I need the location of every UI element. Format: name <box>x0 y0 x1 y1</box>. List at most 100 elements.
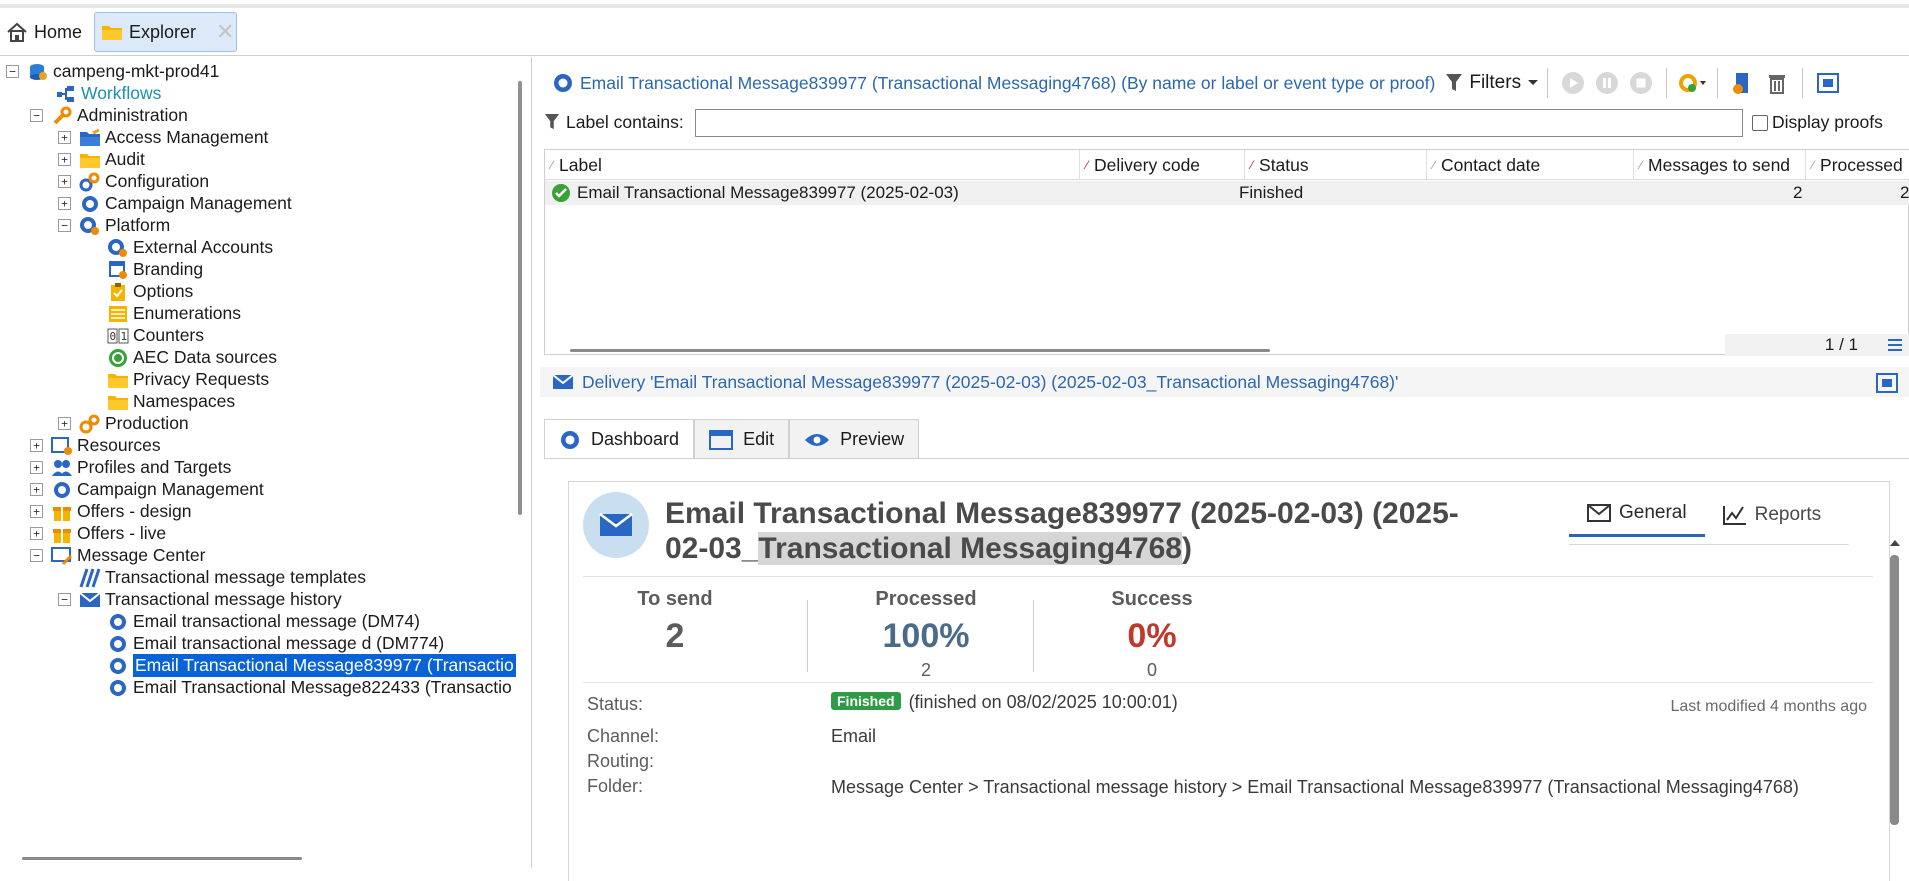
trash-icon[interactable] <box>1760 68 1794 98</box>
expand-icon[interactable]: + <box>30 461 43 474</box>
folder-icon <box>101 23 123 41</box>
access-folder-icon <box>79 127 101 149</box>
status-badge: Finished <box>831 692 901 710</box>
message-center-icon <box>51 545 73 567</box>
list-icon <box>107 303 129 325</box>
tree-label: Resources <box>77 435 161 455</box>
tree-label: Campaign Management <box>105 193 292 213</box>
envelope-avatar <box>583 492 649 558</box>
grid-horizontal-scrollbar[interactable] <box>570 349 1270 352</box>
channel-label: Channel: <box>587 726 660 746</box>
collapse-icon[interactable]: − <box>6 65 19 78</box>
tree-label: Transactional message templates <box>105 567 367 587</box>
tab-reports[interactable]: Reports <box>1705 496 1840 537</box>
chevron-down-icon <box>1527 79 1539 87</box>
start-icon[interactable] <box>1556 68 1590 98</box>
maximize-icon[interactable] <box>1875 372 1899 394</box>
edit-icon <box>709 429 734 450</box>
column-header-contact-date[interactable]: ⁄ Contact date <box>1426 150 1633 180</box>
menu-icon[interactable] <box>1888 339 1902 351</box>
collapse-icon[interactable]: − <box>30 549 43 562</box>
chart-line-icon <box>1722 505 1747 525</box>
tree-label: Transactional message history <box>105 589 342 609</box>
data-source-icon <box>107 347 129 369</box>
tab-general[interactable]: General <box>1569 496 1705 537</box>
status-text: (finished on 08/02/2025 10:00:01) <box>908 692 1178 712</box>
expand-icon[interactable]: + <box>58 131 71 144</box>
label-filter-row: Label contains: Display proofs <box>540 107 1909 137</box>
tab-explorer[interactable]: Explorer ✕ <box>94 12 237 52</box>
delivery-detail-header: Delivery 'Email Transactional Message839… <box>540 367 1909 397</box>
column-header-messages-to-send[interactable]: ⁄ Messages to send <box>1633 150 1805 180</box>
tab-edit[interactable]: Edit <box>694 419 790 459</box>
tree-label: Namespaces <box>133 391 236 411</box>
filter-icon <box>1445 73 1463 93</box>
tree-label: Email Transactional Message822433 (Trans… <box>133 677 512 697</box>
collapse-icon[interactable]: − <box>30 109 43 122</box>
stop-icon[interactable] <box>1624 68 1658 98</box>
column-header-processed[interactable]: ⁄ Processed <box>1805 150 1909 180</box>
folder-icon <box>107 391 129 413</box>
last-modified: Last modified 4 months ago <box>1670 698 1867 715</box>
platform-gear-icon <box>79 215 101 237</box>
production-gears-icon <box>79 413 101 435</box>
grid-header: ⁄ Label ⁄ Delivery code ⁄ Status ⁄ Contact d… <box>545 150 1909 180</box>
tab-preview[interactable]: Preview <box>789 419 920 459</box>
expand-icon[interactable]: + <box>30 527 43 540</box>
tree-label: Campaign Management <box>77 479 264 499</box>
expand-icon[interactable]: + <box>58 153 71 166</box>
collapse-icon[interactable]: − <box>58 219 71 232</box>
tab-home[interactable]: Home <box>0 12 88 52</box>
expand-icon[interactable]: + <box>30 505 43 518</box>
tree-label: Profiles and Targets <box>77 457 232 477</box>
export-icon[interactable] <box>1726 68 1760 98</box>
tree-horizontal-scrollbar[interactable] <box>22 857 302 860</box>
pause-icon[interactable] <box>1590 68 1624 98</box>
tree-label: Branding <box>133 259 204 279</box>
delivery-icon <box>107 611 129 633</box>
tab-dashboard[interactable]: Dashboard <box>544 419 695 459</box>
filter-icon <box>544 112 560 132</box>
tree-label: Configuration <box>105 171 210 191</box>
channel-value: Email <box>831 726 877 746</box>
tree-vertical-scrollbar[interactable] <box>518 81 522 515</box>
database-icon <box>27 61 49 83</box>
kpi-success: Success 0% 0 <box>1111 588 1193 680</box>
expand-icon[interactable]: + <box>30 439 43 452</box>
template-icon <box>79 567 101 589</box>
close-icon[interactable]: ✕ <box>216 19 234 45</box>
column-header-status[interactable]: ⁄ Status <box>1244 150 1434 180</box>
gift-icon <box>51 523 73 545</box>
check-circle-icon <box>551 183 571 203</box>
top-tab-bar: Home Explorer ✕ <box>0 0 1909 56</box>
tree-label: Options <box>133 281 194 301</box>
checkbox-icon[interactable] <box>1752 114 1768 131</box>
maximize-icon[interactable] <box>1811 68 1845 98</box>
column-header-delivery-code[interactable]: ⁄ Delivery code <box>1079 150 1244 180</box>
table-row[interactable]: Email Transactional Message839977 (2025-… <box>545 181 1909 205</box>
tree-label: Message Center <box>77 545 206 565</box>
actions-gear-icon[interactable] <box>1675 68 1709 98</box>
status-value: Finished (finished on 08/02/2025 10:00:01… <box>831 692 1178 713</box>
expand-icon[interactable]: + <box>58 197 71 210</box>
folder-icon <box>79 149 101 171</box>
grid-footer: 1 / 1 <box>1725 334 1909 356</box>
collapse-icon[interactable]: − <box>58 593 71 606</box>
display-proofs-checkbox[interactable]: Display proofs <box>1752 112 1883 133</box>
expand-icon[interactable]: + <box>58 417 71 430</box>
label-contains-input[interactable] <box>695 109 1743 137</box>
expand-icon[interactable]: + <box>30 483 43 496</box>
tree-label: Workflows <box>81 83 162 103</box>
dashboard-icon <box>559 429 581 451</box>
column-header-label[interactable]: ⁄ Label <box>545 150 1085 180</box>
tree-label: Audit <box>105 149 145 169</box>
tree-node-item[interactable]: Email Transactional Message822433 (Trans… <box>86 675 512 700</box>
tree-label: AEC Data sources <box>133 347 277 367</box>
card-vertical-scrollbar[interactable] <box>1888 497 1900 867</box>
delivery-icon <box>107 677 129 699</box>
row-to-send: 2 <box>1793 183 1803 202</box>
expand-icon[interactable]: + <box>58 175 71 188</box>
tree-label: Platform <box>105 215 171 235</box>
tab-explorer-label: Explorer <box>129 21 197 42</box>
filters-button[interactable]: Filters <box>1445 72 1539 94</box>
